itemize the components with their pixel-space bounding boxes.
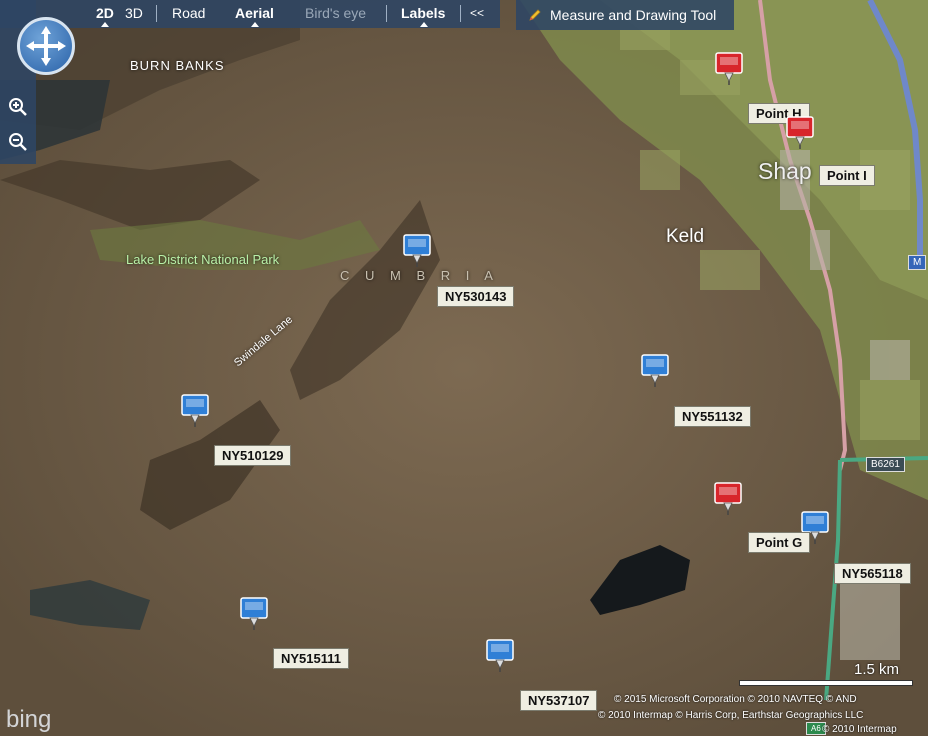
road-shield-b6261: B6261 — [866, 457, 905, 472]
map-view-toolbar: 2D 3D Road Aerial Bird's eye Labels << — [0, 0, 500, 28]
measure-drawing-tool-button[interactable]: Measure and Drawing Tool — [516, 0, 734, 30]
labels-toggle-button[interactable]: Labels — [401, 5, 445, 21]
pushpin-icon[interactable] — [485, 638, 515, 672]
pan-compass-icon[interactable] — [17, 17, 75, 75]
measure-tool-label: Measure and Drawing Tool — [550, 7, 717, 23]
pushpin-icon[interactable] — [640, 353, 670, 387]
pushpin-icon[interactable] — [785, 115, 815, 149]
view-2d-button[interactable]: 2D — [96, 5, 114, 21]
scale-label: 1.5 km — [854, 661, 900, 678]
copyright-line-3: © 2010 Intermap — [822, 724, 897, 735]
marker-label[interactable]: NY537107 — [520, 690, 598, 711]
pushpin-icon[interactable] — [714, 51, 744, 85]
bing-logo: bing — [6, 706, 52, 733]
toolbar-divider — [156, 5, 157, 22]
marker-label[interactable]: NY530143 — [437, 286, 515, 307]
aerial-active-indicator — [251, 22, 259, 27]
labels-active-indicator — [420, 22, 428, 27]
collapse-toolbar-button[interactable]: << — [470, 6, 484, 20]
road-shield-m: M — [908, 255, 927, 270]
zoom-out-icon[interactable] — [7, 131, 29, 153]
zoom-in-icon[interactable] — [7, 96, 29, 118]
copyright-line-2: © 2010 Intermap © Harris Corp, Earthstar… — [598, 710, 864, 721]
marker-label[interactable]: NY515111 — [273, 648, 350, 669]
copyright-line-1: © 2015 Microsoft Corporation © 2010 NAVT… — [614, 694, 857, 705]
view-3d-button[interactable]: 3D — [125, 5, 143, 21]
pushpin-icon[interactable] — [402, 233, 432, 267]
place-label-keld: Keld — [666, 226, 705, 247]
place-label-burn-banks: BURN BANKS — [130, 58, 225, 73]
pushpin-icon[interactable] — [713, 481, 743, 515]
scale-bar — [739, 680, 913, 686]
marker-label[interactable]: NY510129 — [214, 445, 292, 466]
marker-label[interactable]: NY565118 — [834, 563, 911, 584]
marker-label[interactable]: Point I — [819, 165, 875, 186]
toolbar-divider — [460, 5, 461, 22]
place-label-shap: Shap — [758, 158, 812, 184]
toolbar-divider — [386, 5, 387, 22]
marker-label[interactable]: Point G — [748, 532, 811, 553]
pushpin-icon[interactable] — [239, 596, 269, 630]
aerial-view-button[interactable]: Aerial — [235, 5, 274, 21]
road-view-button[interactable]: Road — [172, 5, 205, 21]
pushpin-icon[interactable] — [180, 393, 210, 427]
marker-label[interactable]: NY551132 — [674, 406, 751, 427]
place-label-lake-district: Lake District National Park — [126, 252, 280, 267]
birds-eye-button[interactable]: Bird's eye — [305, 5, 366, 21]
pencil-icon — [529, 9, 541, 21]
view-2d-active-indicator — [101, 22, 109, 27]
place-label-cumbria: C U M B R I A — [340, 268, 499, 283]
